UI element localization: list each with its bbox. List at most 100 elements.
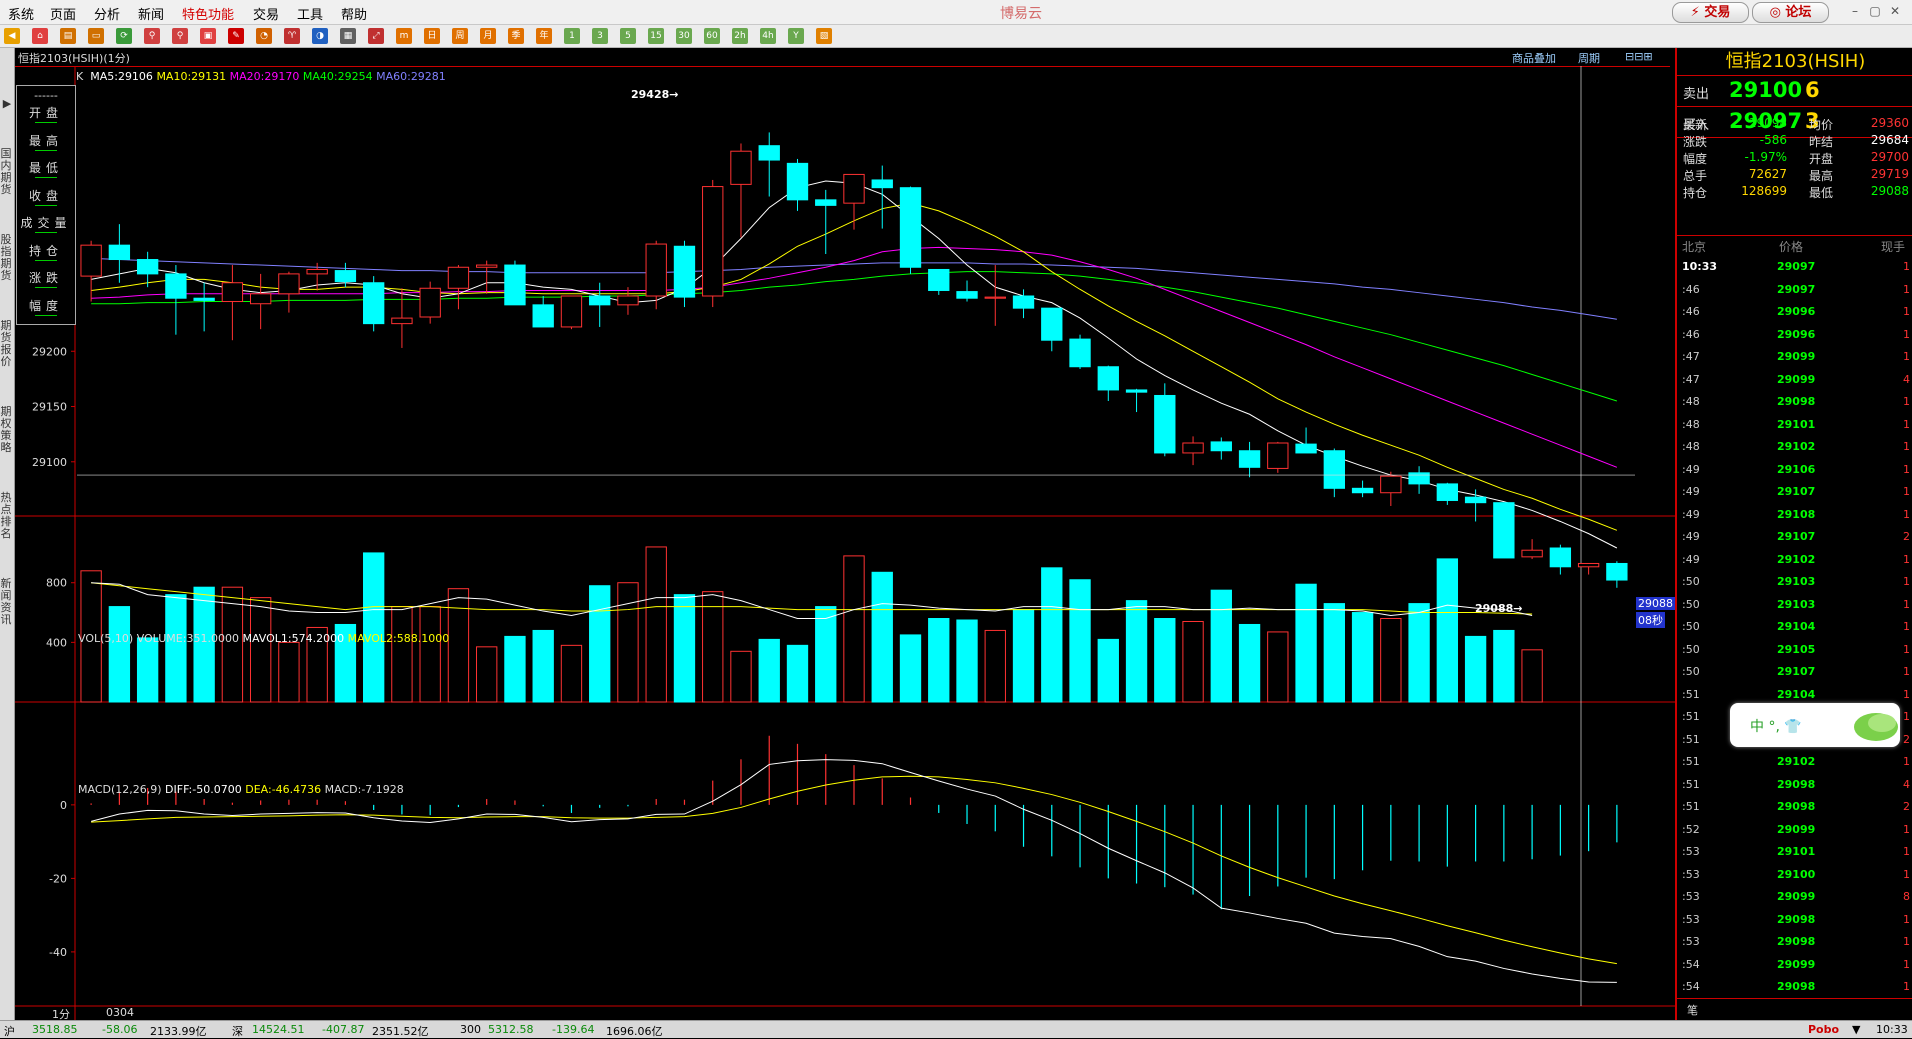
legend-ma60: MA60:29281: [376, 70, 446, 83]
volume-bar: [1380, 618, 1402, 703]
candle-body: [1125, 389, 1148, 393]
toolbar-button-25[interactable]: 60: [704, 28, 720, 44]
left-tab-1[interactable]: 股指期货: [0, 234, 12, 282]
legend-macd-title: MACD(12,26,9): [78, 783, 162, 796]
left-tab-2[interactable]: 期货报价: [0, 320, 12, 368]
tick-price: 29099: [1777, 890, 1816, 903]
tick-volume: 2: [1903, 732, 1910, 746]
tick-price: 29103: [1777, 575, 1816, 588]
tick-time: :46: [1682, 282, 1700, 296]
candle-body: [899, 187, 922, 268]
toolbar-button-1[interactable]: ⌂: [32, 28, 48, 44]
maximize-icon[interactable]: ▢: [1868, 4, 1882, 18]
tick-time: :51: [1682, 710, 1700, 723]
left-tab-5[interactable]: 新闻资讯: [0, 578, 12, 626]
toolbar-button-18[interactable]: 季: [508, 28, 524, 44]
left-strip-toggle-icon[interactable]: ▶: [0, 98, 14, 110]
layout-icon[interactable]: ⊟⊟⊞: [1625, 50, 1653, 63]
menu-trade[interactable]: 交易: [253, 4, 279, 23]
menu-tools[interactable]: 工具: [297, 4, 323, 23]
tick-row: :49 29102 1: [1677, 553, 1912, 575]
toolbar-button-19[interactable]: 年: [536, 28, 552, 44]
legend-k: K: [76, 70, 84, 83]
toolbar-button-22[interactable]: 5: [620, 28, 636, 44]
tick-price: 29099: [1777, 350, 1816, 363]
tick-price: 29098: [1777, 980, 1816, 993]
toolbar-button-13[interactable]: ⤢: [368, 28, 384, 44]
tick-time: :51: [1682, 755, 1700, 768]
close-icon[interactable]: ✕: [1888, 4, 1902, 18]
period-tab[interactable]: 周期: [1578, 50, 1600, 66]
toolbar-button-2[interactable]: ▤: [60, 28, 76, 44]
quote-title: 恒指2103(HSIH): [1677, 48, 1912, 76]
toolbar-button-24[interactable]: 30: [676, 28, 692, 44]
toolbar-button-11[interactable]: ◑: [312, 28, 328, 44]
toolbar-button-28[interactable]: Y: [788, 28, 804, 44]
left-tab-0[interactable]: 国内期货: [0, 148, 12, 196]
toolbar-button-29[interactable]: ▧: [816, 28, 832, 44]
toolbar-button-4[interactable]: ⟳: [116, 28, 132, 44]
tick-time: :49: [1682, 552, 1700, 566]
candle-body: [1493, 502, 1515, 559]
toolbar-button-26[interactable]: 2h: [732, 28, 748, 44]
menu-special[interactable]: 特色功能: [182, 4, 234, 23]
price-ytick-label: 29200: [32, 345, 67, 358]
candle-body: [363, 282, 385, 325]
stat-left-value-2: -1.97%: [1744, 150, 1787, 164]
menu-help[interactable]: 帮助: [341, 4, 367, 23]
menu-news[interactable]: 新闻: [138, 4, 164, 23]
toolbar-button-0[interactable]: ◀: [4, 28, 20, 44]
legend-diff: DIFF:-50.0700: [165, 783, 242, 796]
tick-price: 29098: [1777, 777, 1816, 791]
toolbar-button-23[interactable]: 15: [648, 28, 664, 44]
tick-row: :49 29106 1: [1677, 463, 1912, 485]
ime-widget[interactable]: 中 °, 👕: [1730, 703, 1900, 747]
toolbar-button-17[interactable]: 月: [480, 28, 496, 44]
toolbar-button-3[interactable]: ▭: [88, 28, 104, 44]
menu-page[interactable]: 页面: [50, 4, 76, 23]
menu-system[interactable]: 系统: [8, 4, 34, 23]
trade-button[interactable]: ⚡ 交易: [1672, 2, 1749, 23]
toolbar-button-16[interactable]: 周: [452, 28, 468, 44]
tick-time: :53: [1682, 912, 1700, 926]
left-tab-4[interactable]: 热点排名: [0, 492, 12, 540]
macd-ytick-label: -40: [49, 946, 67, 959]
stat-left-value-0: 29098: [1748, 116, 1787, 130]
toolbar-button-8[interactable]: ✎: [228, 28, 244, 44]
toolbar-button-15[interactable]: 日: [424, 28, 440, 44]
legend-macd-value: MACD:-7.1928: [324, 783, 404, 796]
volume-bar: [1041, 567, 1063, 703]
toolbar-button-6[interactable]: ⚲: [172, 28, 188, 44]
tick-row: :51 29098 2: [1677, 800, 1912, 822]
toolbar-button-5[interactable]: ⚲: [144, 28, 160, 44]
toolbar-button-14[interactable]: m: [396, 28, 412, 44]
toolbar-button-10[interactable]: ♈: [284, 28, 300, 44]
tick-price: 29107: [1777, 665, 1816, 678]
tick-price: 29107: [1777, 485, 1816, 498]
toolbar-button-21[interactable]: 3: [592, 28, 608, 44]
toolbar-button-20[interactable]: 1: [564, 28, 580, 44]
volume-bar: [419, 606, 441, 703]
toolbar-button-12[interactable]: ▦: [340, 28, 356, 44]
left-tab-3[interactable]: 期权策略: [0, 406, 12, 454]
toolbar-button-9[interactable]: ◔: [256, 28, 272, 44]
forum-button[interactable]: ◎ 论坛: [1752, 2, 1829, 23]
toolbar-button-27[interactable]: 4h: [760, 28, 776, 44]
c300-change: -139.64: [552, 1023, 595, 1036]
tick-time: :53: [1682, 867, 1700, 881]
price-ytick-label: 29100: [32, 456, 67, 469]
stat-right-value-2: 29700: [1870, 150, 1909, 164]
tick-volume: 1: [1903, 755, 1910, 768]
ohlc-row-0: 开盘: [17, 100, 75, 127]
volume-bar: [363, 552, 385, 703]
tick-time: :48: [1682, 395, 1700, 408]
tick-price: 29099: [1777, 957, 1816, 971]
candle-body: [1521, 549, 1543, 558]
minimize-icon[interactable]: –: [1848, 4, 1862, 18]
ohlc-row-7: 幅度: [17, 293, 75, 320]
macd-ytick-label: -20: [49, 872, 67, 885]
menu-analysis[interactable]: 分析: [94, 4, 120, 23]
overlay-tab[interactable]: 商品叠加: [1512, 50, 1556, 66]
toolbar-button-7[interactable]: ▣: [200, 28, 216, 44]
tick-volume: 1: [1903, 597, 1910, 611]
